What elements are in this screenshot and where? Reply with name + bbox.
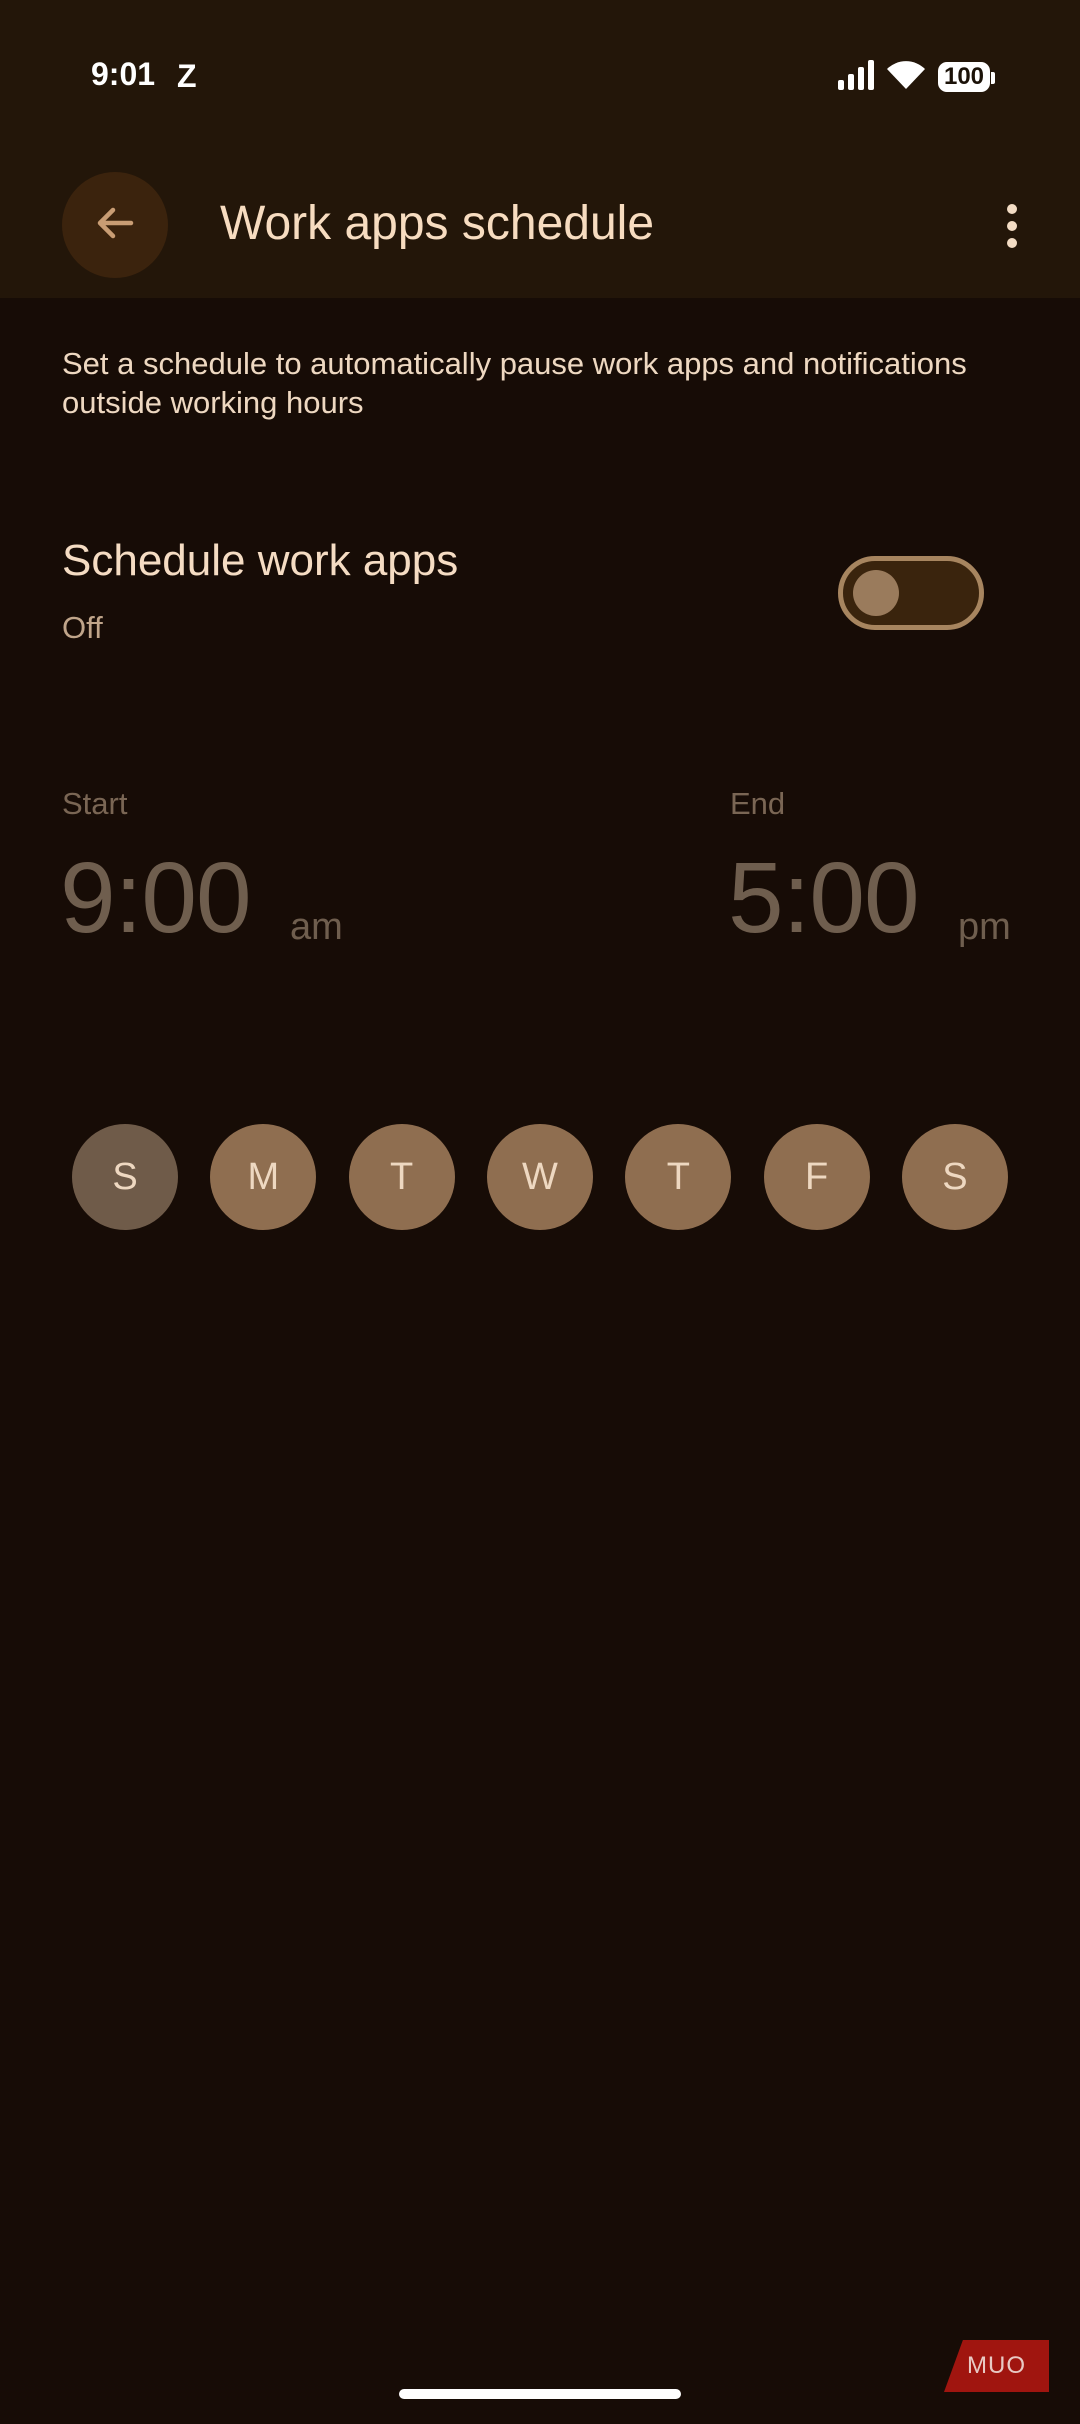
schedule-description: Set a schedule to automatically pause wo… [62,346,967,420]
day-selector: S M T W T F S [72,1124,1008,1230]
wifi-icon [886,60,926,95]
status-time: 9:01 [91,56,156,92]
home-indicator[interactable] [399,2389,681,2399]
more-vert-icon [1007,204,1017,214]
status-icons: 100 [836,59,995,95]
end-time[interactable]: 5:00 [728,848,920,948]
end-period: pm [958,906,1011,948]
signal-icon [836,59,874,95]
toggle-knob [853,570,899,616]
day-tuesday[interactable]: T [348,1124,455,1230]
day-monday[interactable]: M [210,1124,317,1230]
battery-icon: 100 [938,62,995,92]
schedule-toggle[interactable] [838,556,984,630]
back-button[interactable] [62,172,168,278]
day-saturday[interactable]: S [901,1124,1008,1230]
more-options-button[interactable] [990,196,1034,256]
day-wednesday[interactable]: W [486,1124,593,1230]
start-label: Start [62,786,128,821]
end-label: End [730,786,786,821]
start-period: am [290,906,343,948]
day-thursday[interactable]: T [625,1124,732,1230]
arrow-left-icon [91,199,139,252]
day-friday[interactable]: F [763,1124,870,1230]
notification-indicator: Z [177,58,197,94]
watermark-logo: MUO [944,2340,1049,2392]
day-sunday[interactable]: S [72,1124,178,1230]
schedule-work-apps-title[interactable]: Schedule work apps [62,536,458,586]
schedule-work-apps-status: Off [62,610,103,645]
top-app-bar: 9:01 Z 100 Work apps schedule [0,0,1080,298]
start-time[interactable]: 9:00 [60,848,252,948]
page-title: Work apps schedule [220,197,655,250]
